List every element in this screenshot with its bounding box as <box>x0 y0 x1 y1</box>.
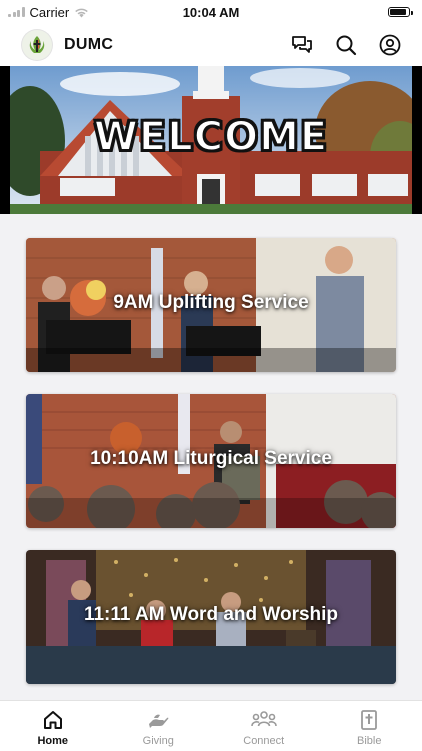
people-icon <box>250 711 277 727</box>
tab-bible[interactable]: Bible <box>319 701 419 751</box>
carrier-label: Carrier <box>29 4 70 20</box>
tab-label: Bible <box>357 735 382 747</box>
welcome-banner: WELCOME <box>0 66 422 214</box>
search-icon[interactable] <box>334 33 358 57</box>
header-actions <box>290 33 402 57</box>
signal-icon <box>8 7 25 17</box>
cross-flame-icon <box>29 36 45 53</box>
home-icon <box>43 711 62 729</box>
tab-label: Home <box>37 735 69 747</box>
service-card-word-worship[interactable]: 11:11 AM Word and Worship <box>26 550 396 684</box>
app-title: DUMC <box>64 36 114 53</box>
tab-label: Connect <box>243 735 285 747</box>
service-title: 9AM Uplifting Service <box>113 292 309 313</box>
giving-hand-icon <box>149 714 169 728</box>
service-title: 10:10AM Liturgical Service <box>90 448 332 469</box>
status-left: Carrier <box>0 5 89 20</box>
battery-level <box>390 9 406 15</box>
church-logo <box>22 30 52 60</box>
service-title: 11:11 AM Word and Worship <box>83 604 339 625</box>
app-header: DUMC <box>0 24 422 66</box>
welcome-text: WELCOME <box>93 113 329 161</box>
bible-icon <box>361 710 378 730</box>
status-bar: Carrier 10:04 AM <box>0 0 422 24</box>
battery-icon <box>388 7 413 17</box>
bottom-tab-bar: Home Giving Connect Bible <box>0 700 422 751</box>
tab-connect[interactable]: Connect <box>214 701 314 751</box>
tab-giving[interactable]: Giving <box>108 701 208 751</box>
tab-home[interactable]: Home <box>3 701 103 751</box>
account-icon[interactable] <box>378 33 402 57</box>
service-card-uplifting[interactable]: 9AM Uplifting Service <box>26 238 396 372</box>
tab-label: Giving <box>142 735 174 747</box>
chat-icon[interactable] <box>290 33 314 57</box>
service-card-liturgical[interactable]: 10:10AM Liturgical Service <box>26 394 396 528</box>
wifi-icon <box>75 8 89 17</box>
